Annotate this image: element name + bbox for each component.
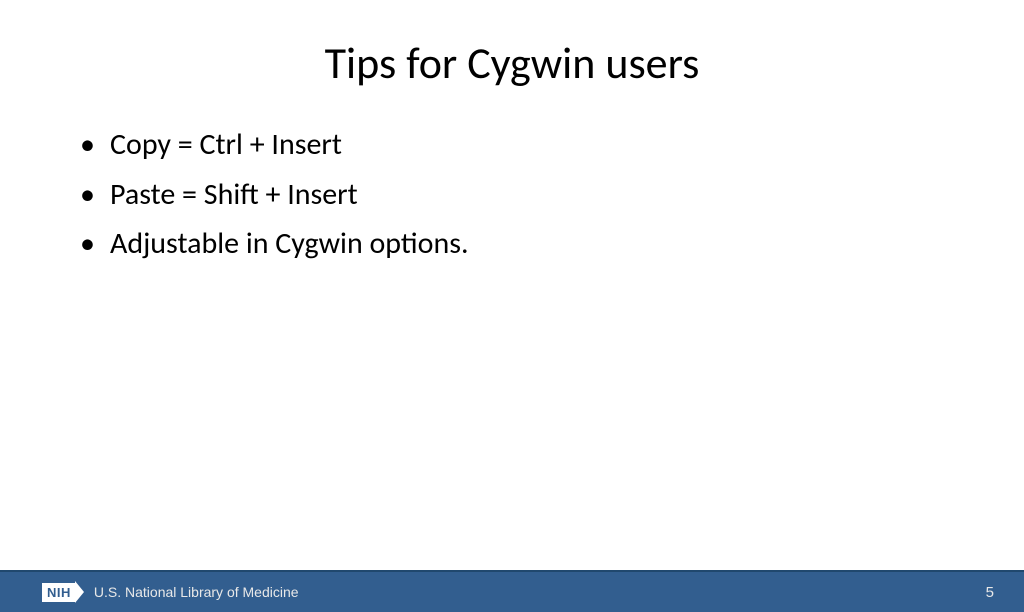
- bullet-item: Paste = Shift + Insert: [80, 170, 1024, 220]
- slide-number: 5: [986, 584, 994, 601]
- footer-left: NIH U.S. National Library of Medicine: [42, 581, 299, 603]
- chevron-right-icon: [75, 581, 84, 603]
- nih-logo: NIH: [42, 581, 84, 603]
- footer-org-name: U.S. National Library of Medicine: [94, 584, 299, 600]
- footer-bar: NIH U.S. National Library of Medicine 5: [0, 570, 1024, 612]
- nih-logo-text: NIH: [42, 583, 76, 602]
- bullet-list: Copy = Ctrl + Insert Paste = Shift + Ins…: [0, 120, 1024, 269]
- bullet-item: Copy = Ctrl + Insert: [80, 120, 1024, 170]
- bullet-item: Adjustable in Cygwin options.: [80, 219, 1024, 269]
- slide-title: Tips for Cygwin users: [0, 36, 1024, 90]
